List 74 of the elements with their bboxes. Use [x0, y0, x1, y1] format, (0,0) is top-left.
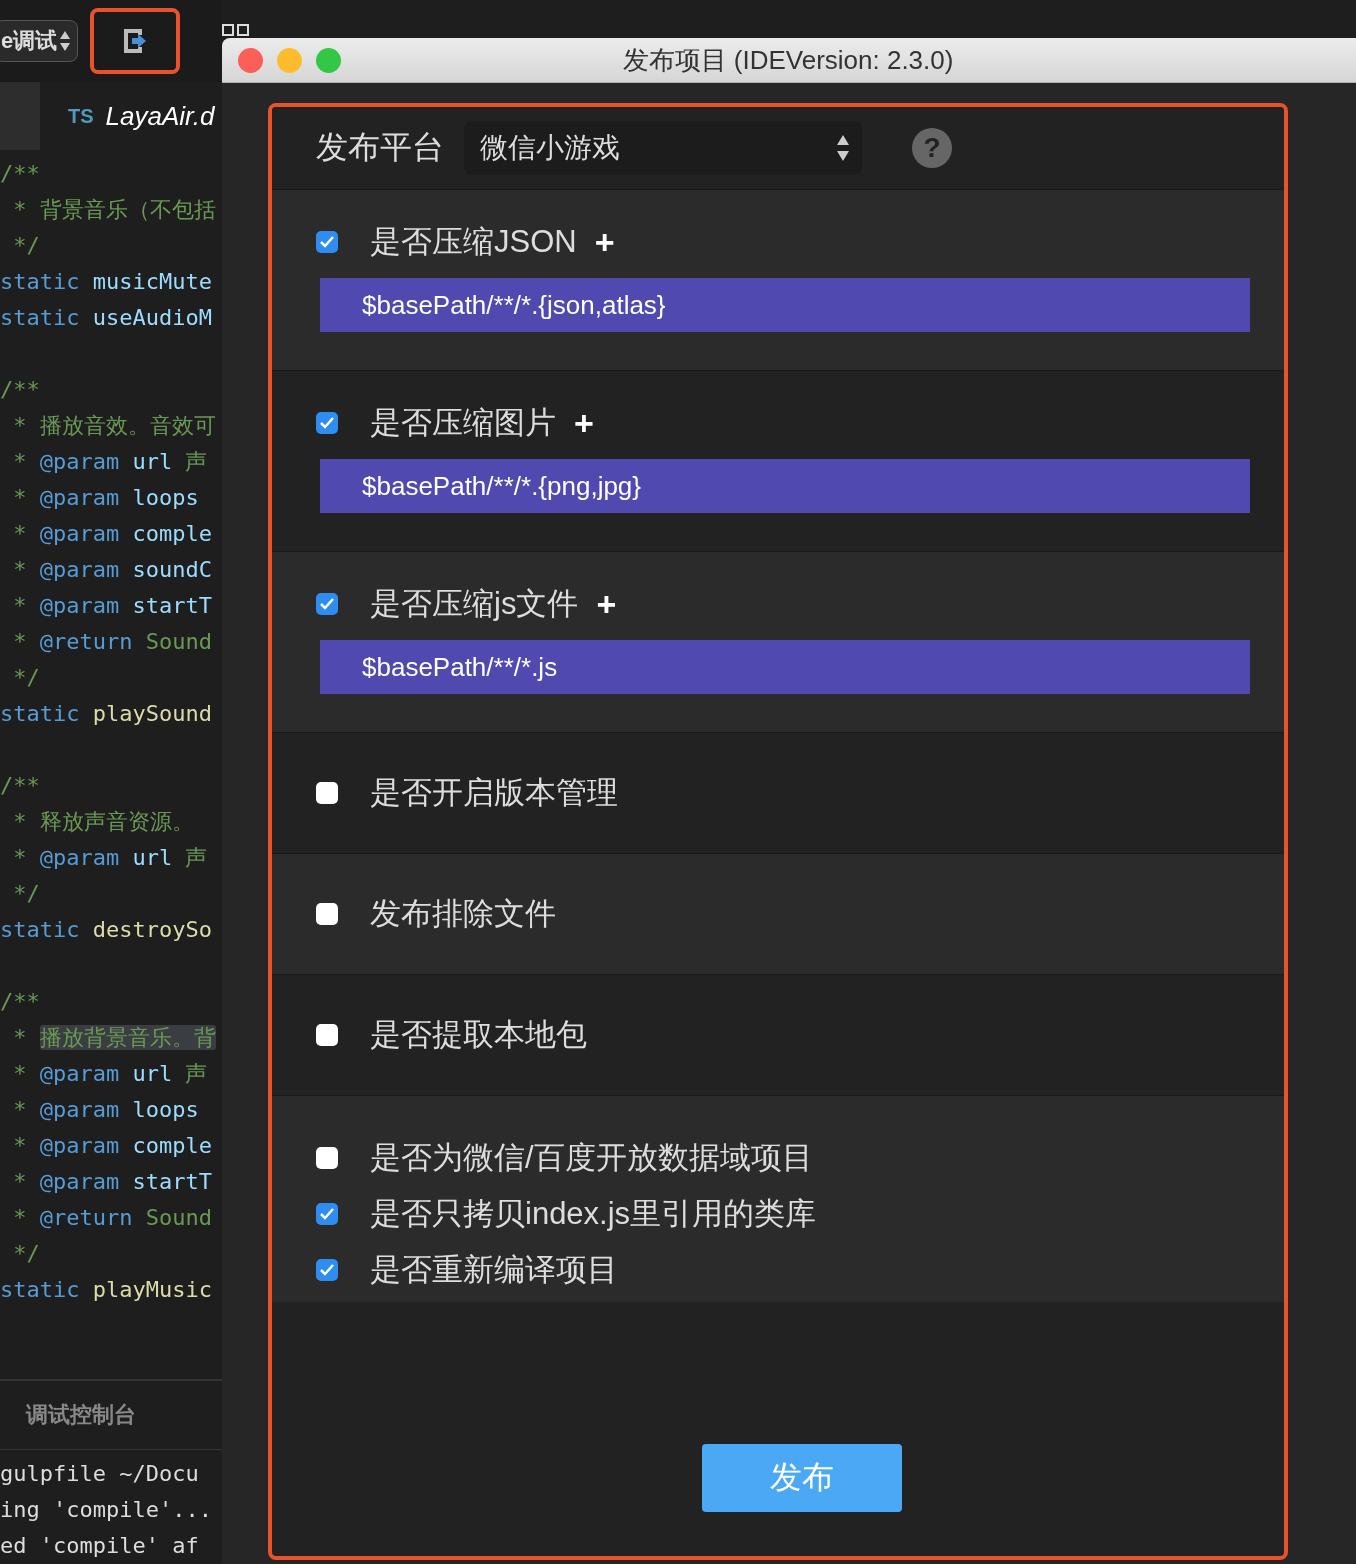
checkbox[interactable]	[316, 1147, 338, 1169]
option-label: 发布排除文件	[370, 895, 556, 933]
code-line: */	[12, 664, 41, 692]
export-button[interactable]	[90, 8, 180, 74]
console-tab[interactable]: 调试控制台	[26, 1400, 136, 1430]
platform-select[interactable]: 微信小游戏	[464, 121, 862, 175]
run-selector[interactable]: e调试	[0, 20, 78, 62]
code-line: static useAudioM	[0, 304, 213, 332]
pattern-field[interactable]: $basePath/**/*.{json,atlas}	[320, 278, 1250, 332]
code-line: /**	[0, 988, 41, 1016]
code-line: /**	[0, 772, 41, 800]
checkbox[interactable]	[316, 782, 338, 804]
code-line: * @param url 声	[12, 844, 209, 872]
option-label: 是否压缩JSON	[370, 223, 577, 261]
code-line: * @param url 声	[12, 1060, 209, 1088]
code-line: * @param url 声	[12, 448, 209, 476]
console-line: gulpfile ~/Docu	[0, 1460, 200, 1488]
checkbox[interactable]	[316, 903, 338, 925]
checkmark-icon	[319, 1207, 335, 1221]
file-tab[interactable]: TS LayaAir.d	[40, 82, 222, 150]
checkbox[interactable]	[316, 1203, 338, 1225]
code-line: static playSound	[0, 700, 213, 728]
window-icon	[222, 24, 250, 36]
code-line: */	[12, 880, 41, 908]
checkmark-icon	[319, 416, 335, 430]
console-line: ing 'compile'...	[0, 1496, 213, 1524]
add-button[interactable]: +	[574, 403, 594, 443]
code-line: * 播放背景音乐。背	[12, 1024, 217, 1052]
console-line: ed 'compile' af	[0, 1532, 200, 1560]
code-line: /**	[0, 160, 41, 188]
code-line: * @param startT	[12, 592, 213, 620]
code-line: * @param comple	[12, 1132, 213, 1160]
code-line: * 播放音效。音效可	[12, 412, 217, 440]
code-line: * @return Sound	[12, 1204, 213, 1232]
option-label: 是否提取本地包	[370, 1016, 587, 1054]
checkmark-icon	[319, 235, 335, 249]
code-line: static musicMute	[0, 268, 213, 296]
window-title: 发布项目 (IDEVersion: 2.3.0)	[621, 43, 955, 77]
code-line: /**	[0, 376, 41, 404]
up-down-icon	[59, 30, 71, 52]
checkbox[interactable]	[316, 412, 338, 434]
code-line: * @param loops	[12, 1096, 200, 1124]
code-line: * 背景音乐（不包括	[12, 196, 217, 224]
add-button[interactable]: +	[596, 584, 617, 624]
code-line: * @param soundC	[12, 556, 213, 584]
checkbox[interactable]	[316, 1024, 338, 1046]
checkmark-icon	[319, 597, 335, 611]
code-line: */	[12, 1240, 41, 1268]
code-line: static destroySo	[0, 916, 213, 944]
checkbox[interactable]	[316, 593, 338, 615]
checkmark-icon	[319, 1263, 335, 1277]
code-line: * @return Sound	[12, 628, 213, 656]
option-label: 是否只拷贝index.js里引用的类库	[370, 1195, 817, 1233]
pattern-field[interactable]: $basePath/**/*.{png,jpg}	[320, 459, 1250, 513]
code-line: static playMusic	[0, 1276, 213, 1304]
platform-label: 发布平台	[316, 128, 444, 167]
checkbox[interactable]	[316, 231, 338, 253]
code-line: * @param startT	[12, 1168, 213, 1196]
option-label: 是否压缩js文件	[370, 585, 579, 623]
option-label: 是否压缩图片	[370, 404, 556, 442]
option-label: 是否为微信/百度开放数据域项目	[370, 1139, 813, 1177]
up-down-icon	[836, 134, 850, 162]
code-line: * 释放声音资源。	[12, 808, 195, 836]
code-line: */	[12, 232, 41, 260]
language-label: TS	[68, 104, 94, 128]
pattern-field[interactable]: $basePath/**/*.js	[320, 640, 1250, 694]
code-line: * @param comple	[12, 520, 213, 548]
option-label: 是否开启版本管理	[370, 774, 618, 812]
option-label: 是否重新编译项目	[370, 1251, 618, 1289]
code-line: * @param loops	[12, 484, 200, 512]
add-button[interactable]: +	[594, 222, 615, 262]
checkbox[interactable]	[316, 1259, 338, 1281]
file-name: LayaAir.d	[105, 100, 215, 132]
export-icon	[122, 27, 148, 55]
